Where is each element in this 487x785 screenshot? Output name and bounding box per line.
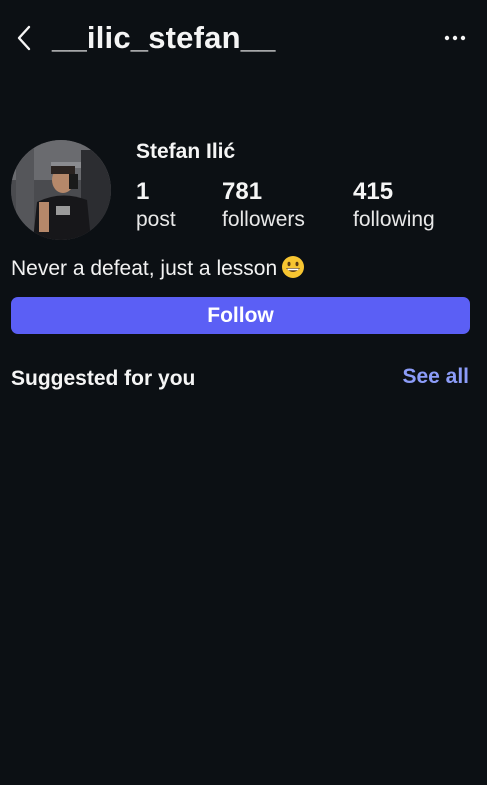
back-button[interactable] [10, 22, 38, 54]
bio: Never a defeat, just a lesson [11, 255, 305, 283]
profile-username: __ilic_stefan__ [52, 20, 276, 55]
see-all-link[interactable]: See all [402, 364, 469, 390]
follow-button[interactable]: Follow [11, 297, 470, 334]
posts-stat[interactable]: 1 post [136, 178, 176, 234]
profile-photo [11, 140, 111, 240]
top-bar: __ilic_stefan__ [0, 0, 487, 80]
posts-count: 1 [136, 178, 150, 205]
more-options-button[interactable] [441, 24, 469, 52]
display-name: Stefan Ilić [136, 140, 236, 163]
bio-text: Never a defeat, just a lesson [11, 257, 278, 280]
more-horizontal-icon [444, 35, 466, 41]
avatar[interactable] [11, 140, 111, 240]
following-label: following [353, 208, 435, 231]
suggested-for-you-heading: Suggested for you [11, 367, 196, 390]
following-stat[interactable]: 415 following [353, 178, 435, 234]
followers-count: 781 [222, 178, 263, 205]
profile-screen: __ilic_stefan__ Stefan Ilić 1 post 781 f… [0, 0, 487, 785]
followers-label: followers [222, 208, 305, 231]
grinning-face-emoji [282, 256, 305, 278]
following-count: 415 [353, 178, 394, 205]
chevron-left-icon [17, 25, 31, 51]
posts-label: post [136, 208, 176, 231]
followers-stat[interactable]: 781 followers [222, 178, 305, 234]
